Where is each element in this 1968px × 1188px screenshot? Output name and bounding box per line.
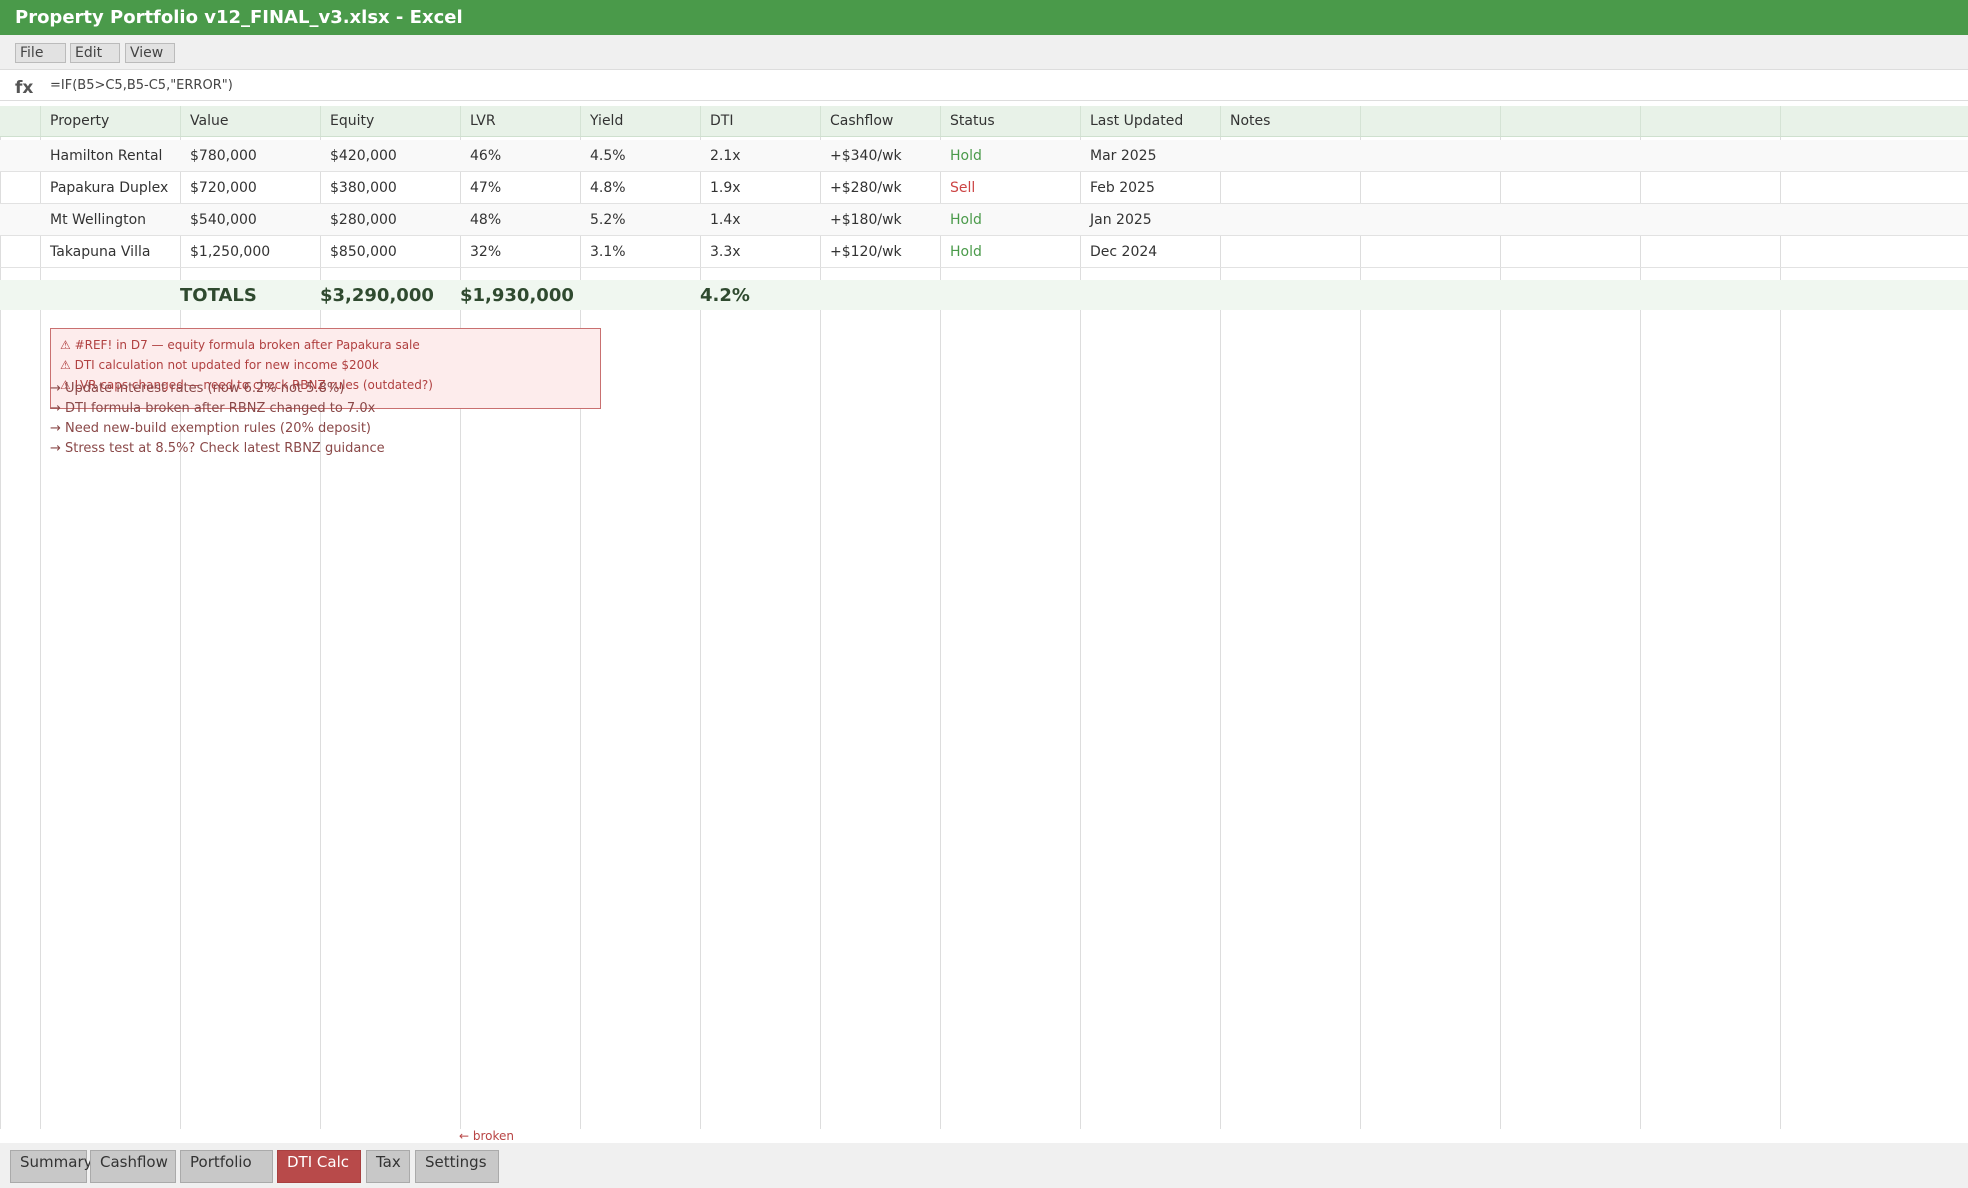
menu-edit[interactable]: Edit <box>70 43 120 63</box>
totals-yield[interactable]: 4.2% <box>700 280 750 312</box>
cell-value[interactable]: $540,000 <box>190 204 257 236</box>
column-header-property[interactable]: Property <box>50 106 109 136</box>
cell-value[interactable]: $720,000 <box>190 172 257 204</box>
column-header-lvr[interactable]: LVR <box>470 106 496 136</box>
cell-last-updated[interactable]: Mar 2025 <box>1090 140 1157 172</box>
totals-equity[interactable]: $1,930,000 <box>460 280 574 312</box>
cell-status[interactable]: Hold <box>950 236 982 268</box>
grid-line <box>40 106 41 136</box>
tab-tax[interactable]: Tax <box>366 1150 410 1183</box>
cell-equity[interactable]: $380,000 <box>330 172 397 204</box>
grid-line <box>460 106 461 136</box>
grid-line <box>1500 106 1501 136</box>
grid-line <box>580 106 581 136</box>
grid-line <box>1780 106 1781 136</box>
note-text: → Stress test at 8.5%? Check latest RBNZ… <box>50 441 385 456</box>
column-header-dti[interactable]: DTI <box>710 106 733 136</box>
menu-file[interactable]: File <box>15 43 66 63</box>
broken-annotation: ← broken <box>459 1129 515 1143</box>
cell-property[interactable]: Hamilton Rental <box>50 140 162 172</box>
cell-dti[interactable]: 2.1x <box>710 140 741 172</box>
grid-line <box>1640 106 1641 136</box>
column-header-equity[interactable]: Equity <box>330 106 374 136</box>
column-header-last-updated[interactable]: Last Updated <box>1090 106 1183 136</box>
window-title: Property Portfolio v12_FINAL_v3.xlsx - E… <box>0 0 1968 35</box>
cell-value[interactable]: $780,000 <box>190 140 257 172</box>
grid-line <box>1080 106 1081 136</box>
grid-line <box>180 106 181 136</box>
cell-property[interactable]: Papakura Duplex <box>50 172 168 204</box>
cell-cashflow[interactable]: +$180/wk <box>830 204 902 236</box>
totals-row: TOTALS $3,290,000 $1,930,000 4.2% <box>0 280 1968 310</box>
totals-label[interactable]: TOTALS <box>180 280 257 312</box>
cell-status[interactable]: Hold <box>950 140 982 172</box>
table-row: Takapuna Villa $1,250,000 $850,000 32% 3… <box>0 236 1968 268</box>
cell-cashflow[interactable]: +$280/wk <box>830 172 902 204</box>
grid-line <box>940 106 941 136</box>
tab-dti-calc[interactable]: DTI Calc <box>277 1150 361 1183</box>
alert-text: ⚠ DTI calculation not updated for new in… <box>60 358 379 372</box>
cell-cashflow[interactable]: +$120/wk <box>830 236 902 268</box>
totals-value[interactable]: $3,290,000 <box>320 280 434 312</box>
cell-last-updated[interactable]: Feb 2025 <box>1090 172 1155 204</box>
cell-status[interactable]: Sell <box>950 172 975 204</box>
error-comment-box: ⚠ #REF! in D7 — equity formula broken af… <box>50 328 601 409</box>
formula-input[interactable]: =IF(B5>C5,B5-C5,"ERROR") <box>50 78 233 93</box>
cell-property[interactable]: Mt Wellington <box>50 204 146 236</box>
tab-summary[interactable]: Summary <box>10 1150 93 1183</box>
column-header-notes[interactable]: Notes <box>1230 106 1270 136</box>
cell-equity[interactable]: $280,000 <box>330 204 397 236</box>
grid-line <box>1220 106 1221 136</box>
grid-line <box>1360 106 1361 136</box>
cell-value[interactable]: $1,250,000 <box>190 236 270 268</box>
cell-yield[interactable]: 4.5% <box>590 140 626 172</box>
tab-settings[interactable]: Settings <box>415 1150 499 1183</box>
cell-property[interactable]: Takapuna Villa <box>50 236 150 268</box>
column-header-value[interactable]: Value <box>190 106 228 136</box>
cell-lvr[interactable]: 46% <box>470 140 501 172</box>
cell-lvr[interactable]: 47% <box>470 172 501 204</box>
menu-view[interactable]: View <box>125 43 175 63</box>
note-text: → Need new-build exemption rules (20% de… <box>50 421 372 436</box>
note-text: → DTI formula broken after RBNZ changed … <box>50 401 376 416</box>
column-header-cashflow[interactable]: Cashflow <box>830 106 893 136</box>
tab-portfolio[interactable]: Portfolio <box>180 1150 273 1183</box>
grid-line <box>320 106 321 136</box>
cell-equity[interactable]: $420,000 <box>330 140 397 172</box>
note-text: → Update interest rates (now 6.2% not 5.… <box>50 381 345 396</box>
sheet-tab-bar: Summary Cashflow Portfolio DTI Calc Tax … <box>0 1143 1968 1188</box>
cell-lvr[interactable]: 48% <box>470 204 501 236</box>
menu-bar: File Edit View <box>0 35 1968 70</box>
cell-cashflow[interactable]: +$340/wk <box>830 140 902 172</box>
fx-icon: fx <box>15 78 34 98</box>
cell-yield[interactable]: 5.2% <box>590 204 626 236</box>
cell-last-updated[interactable]: Dec 2024 <box>1090 236 1157 268</box>
table-row: Mt Wellington $540,000 $280,000 48% 5.2%… <box>0 204 1968 236</box>
cell-yield[interactable]: 3.1% <box>590 236 626 268</box>
tab-cashflow[interactable]: Cashflow <box>90 1150 176 1183</box>
cell-equity[interactable]: $850,000 <box>330 236 397 268</box>
grid-line <box>700 106 701 136</box>
cell-status[interactable]: Hold <box>950 204 982 236</box>
formula-bar: fx =IF(B5>C5,B5-C5,"ERROR") <box>0 70 1968 101</box>
cell-lvr[interactable]: 32% <box>470 236 501 268</box>
cell-last-updated[interactable]: Jan 2025 <box>1090 204 1152 236</box>
column-header-yield[interactable]: Yield <box>590 106 623 136</box>
column-header-status[interactable]: Status <box>950 106 995 136</box>
cell-yield[interactable]: 4.8% <box>590 172 626 204</box>
cell-dti[interactable]: 1.4x <box>710 204 741 236</box>
grid-line <box>820 106 821 136</box>
table-row: Papakura Duplex $720,000 $380,000 47% 4.… <box>0 172 1968 204</box>
column-header-row: Property Value Equity LVR Yield DTI Cash… <box>0 106 1968 137</box>
cell-dti[interactable]: 3.3x <box>710 236 741 268</box>
alert-text: ⚠ #REF! in D7 — equity formula broken af… <box>60 338 420 352</box>
table-row: Hamilton Rental $780,000 $420,000 46% 4.… <box>0 140 1968 172</box>
cell-dti[interactable]: 1.9x <box>710 172 741 204</box>
